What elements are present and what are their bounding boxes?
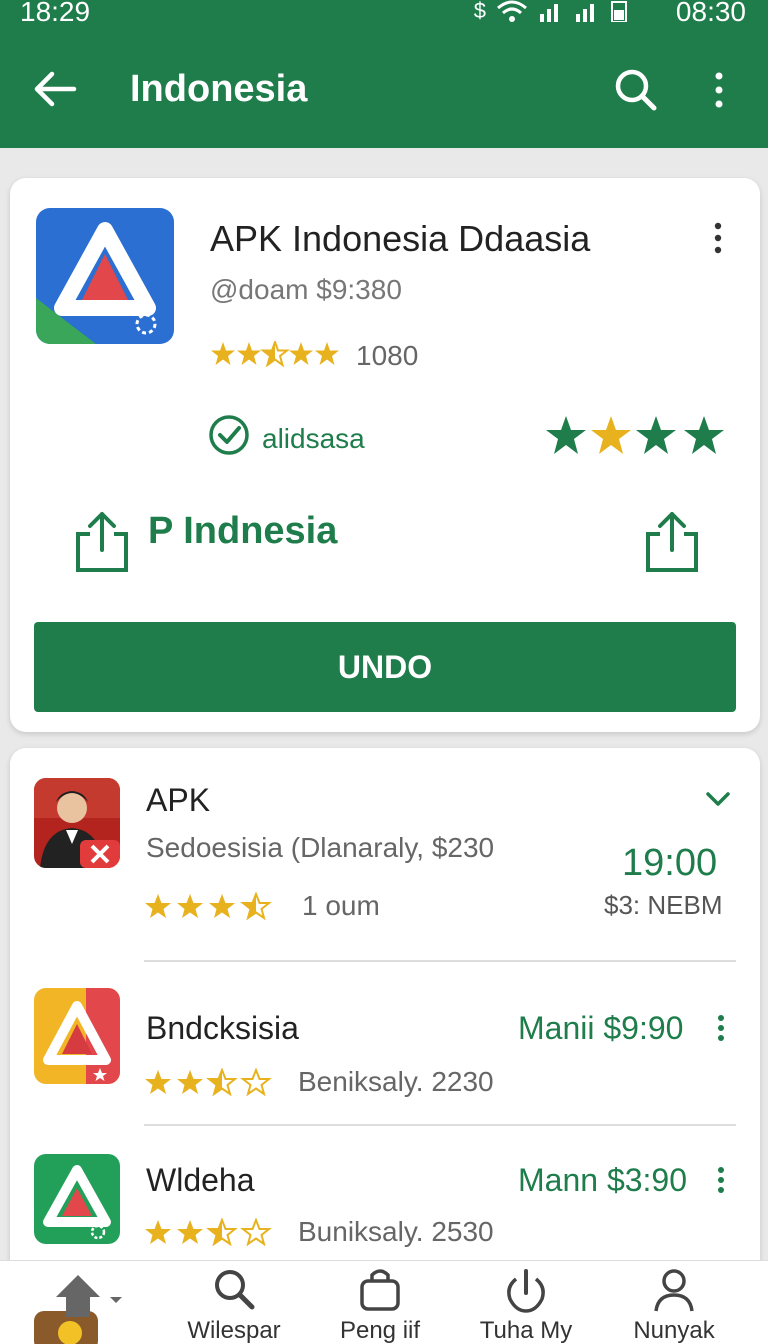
more-vert-icon[interactable] [714, 1014, 728, 1042]
more-vert-icon[interactable] [706, 220, 730, 256]
list-item-name: APK [146, 782, 211, 818]
app-list: APK Sedoesisia (Dlanaraly, $230 1 oum 19… [10, 748, 760, 1268]
list-item-name: Bndcksisia [146, 1010, 299, 1046]
nav-label: Wilespar [187, 1317, 281, 1344]
shopping-bag-icon [360, 1269, 400, 1311]
wifi-icon [496, 0, 528, 26]
avatar[interactable] [34, 778, 120, 868]
status-time-left: 18:29 [20, 0, 91, 27]
nav-label: Peng iif [339, 1317, 421, 1344]
list-item-rating: Beniksaly. 2230 [144, 1066, 494, 1098]
list-item-rating: Buniksaly. 2530 [144, 1216, 494, 1248]
nav-item-wilespar[interactable]: Wilespar [164, 1267, 304, 1344]
nav-item-tuha[interactable]: Tuha My [456, 1267, 596, 1344]
more-vert-icon[interactable] [714, 1166, 728, 1194]
status-icons: $ [474, 0, 628, 26]
nav-item-nunyak[interactable]: Nunyak [604, 1267, 744, 1344]
app-subtitle: @doam $9:380 [210, 274, 402, 305]
big-rating-stars [544, 414, 730, 458]
nav-label: Nunyak [633, 1317, 715, 1344]
app-icon[interactable] [34, 988, 120, 1084]
rating-stars [210, 338, 342, 372]
share-icon[interactable] [74, 508, 130, 574]
app-icon[interactable] [34, 1154, 120, 1244]
app-rating: 1080 [210, 338, 419, 372]
person-icon [654, 1269, 694, 1312]
list-item-subtitle: Buniksaly. 2530 [298, 1216, 494, 1247]
home-icon[interactable] [30, 1271, 126, 1344]
dollar-icon: $ [473, 0, 486, 23]
verified-badge: alidsasa [208, 414, 365, 463]
list-item-price: Mann $3:90 [518, 1162, 688, 1198]
nav-item-peng[interactable]: Peng iif [310, 1267, 450, 1344]
signal-icon [538, 0, 564, 26]
list-item-price: Manii $9:90 [518, 1010, 684, 1046]
share-icon[interactable] [644, 508, 700, 574]
signal-icon-2 [574, 0, 600, 26]
app-icon[interactable] [36, 208, 174, 344]
list-item[interactable]: Bndcksisia Beniksaly. 2230 Manii $9:90 [10, 960, 760, 1126]
list-item-name: Wldeha [146, 1162, 255, 1198]
power-icon [507, 1269, 545, 1313]
more-vert-icon[interactable] [702, 66, 736, 114]
status-bar: 18:29 $ 08:30 [0, 0, 768, 30]
page-title: Indonesia [130, 68, 308, 110]
list-item-time: 19:00 [622, 842, 718, 884]
check-circle-icon [208, 414, 250, 463]
list-item-rating: 1 oum [144, 890, 380, 922]
featured-app-card[interactable]: APK Indonesia Ddaasia @doam $9:380 1080 … [10, 178, 760, 732]
chevron-down-icon[interactable] [704, 788, 732, 810]
list-item-subtitle: Sedoesisia (Dlanaraly, $230 [146, 832, 495, 863]
back-arrow-icon[interactable] [30, 66, 80, 112]
list-item[interactable]: APK Sedoesisia (Dlanaraly, $230 1 oum 19… [10, 748, 760, 962]
rating-count: 1080 [356, 340, 419, 371]
rating-count: 1 oum [302, 890, 380, 921]
search-icon [215, 1270, 255, 1310]
search-icon[interactable] [610, 64, 662, 116]
app-name: APK Indonesia Ddaasia [210, 218, 591, 259]
status-time-right: 08:30 [675, 0, 746, 27]
list-item-time-sub: $3: NEBM [604, 890, 723, 920]
list-item-subtitle: Beniksaly. 2230 [298, 1066, 494, 1097]
undo-button[interactable]: UNDO [34, 622, 736, 712]
share-label[interactable]: P Indnesia [148, 510, 337, 553]
verified-label: alidsasa [262, 422, 365, 454]
nav-label: Tuha My [479, 1317, 573, 1344]
battery-icon [610, 0, 628, 26]
list-item[interactable]: Wldeha Buniksaly. 2530 Mann $3:90 [10, 1124, 760, 1268]
bottom-navigation: Wilespar Peng iif Tuha My Nunyak [0, 1260, 768, 1344]
app-bar: 18:29 $ 08:30 Indonesia [0, 0, 768, 148]
